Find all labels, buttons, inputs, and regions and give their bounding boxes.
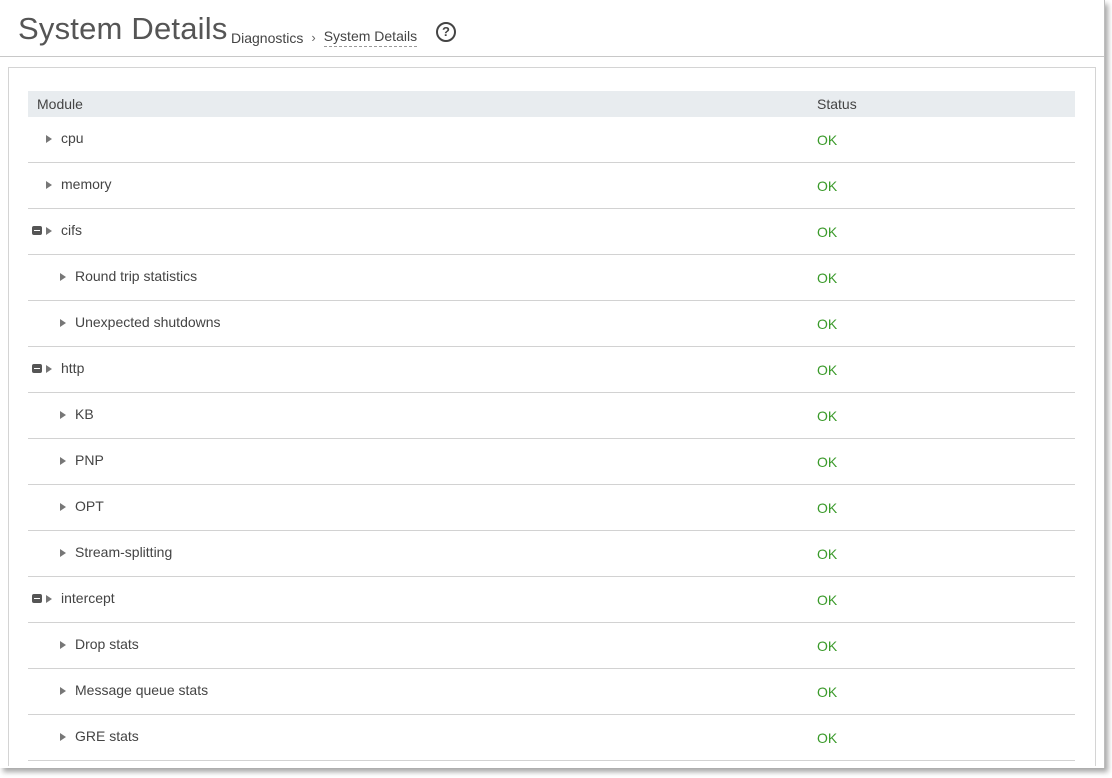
module-cell: cifs (28, 209, 817, 254)
module-cell: Stream-splitting (28, 531, 817, 576)
breadcrumb-diagnostics-link[interactable]: Diagnostics (231, 30, 303, 46)
table-row[interactable]: Round trip statistics OK (28, 255, 1075, 301)
status-cell: OK (817, 361, 838, 378)
table-row[interactable]: cifs OK (28, 209, 1075, 255)
expand-caret-icon[interactable] (46, 227, 52, 235)
status-cell: OK (817, 683, 838, 700)
breadcrumb-separator: › (311, 30, 316, 45)
module-cell: OPT (28, 485, 817, 530)
table-row[interactable]: Unexpected shutdowns OK (28, 301, 1075, 347)
module-cell: Message queue stats (28, 669, 817, 714)
module-label: cifs (61, 222, 82, 238)
module-label: KB (75, 406, 94, 422)
expand-caret-icon[interactable] (46, 135, 52, 143)
module-label: memory (61, 176, 112, 192)
expand-caret-icon[interactable] (60, 273, 66, 281)
expand-caret-icon[interactable] (60, 641, 66, 649)
expand-caret-icon[interactable] (60, 457, 66, 465)
module-label: http (61, 360, 85, 376)
status-cell: OK (817, 315, 838, 332)
module-cell: PNP (28, 439, 817, 484)
table-row[interactable]: http OK (28, 347, 1075, 393)
expand-caret-icon[interactable] (60, 319, 66, 327)
expand-caret-icon[interactable] (60, 733, 66, 741)
module-cell: cpu (28, 117, 817, 162)
page-title: System Details (18, 11, 228, 46)
expand-caret-icon[interactable] (46, 595, 52, 603)
module-label: intercept (61, 590, 115, 606)
module-label: Unexpected shutdowns (75, 314, 221, 330)
table-header: Module Status (28, 91, 1075, 117)
table-row[interactable]: Drop stats OK (28, 623, 1075, 669)
status-cell: OK (817, 637, 838, 654)
expand-caret-icon[interactable] (46, 365, 52, 373)
expand-caret-icon[interactable] (46, 181, 52, 189)
page-header: System Details Diagnostics › System Deta… (0, 0, 1104, 57)
module-label: Round trip statistics (75, 268, 198, 284)
module-cell: memory (28, 163, 817, 208)
module-cell: Drop stats (28, 623, 817, 668)
status-cell: OK (817, 407, 838, 424)
status-cell: OK (817, 453, 838, 470)
module-label: OPT (75, 498, 104, 514)
breadcrumb-current[interactable]: System Details (323, 28, 418, 47)
status-column-header: Status (817, 96, 857, 112)
module-label: Message queue stats (75, 682, 209, 698)
torn-edge (0, 766, 1104, 768)
table-row[interactable]: cpu OK (28, 117, 1075, 163)
table-row[interactable]: Stream-splitting OK (28, 531, 1075, 577)
module-cell: KB (28, 393, 817, 438)
module-cell: Round trip statistics (28, 255, 817, 300)
table-row[interactable]: OPT OK (28, 485, 1075, 531)
status-cell: OK (817, 499, 838, 516)
status-cell: OK (817, 545, 838, 562)
table-row[interactable]: KB OK (28, 393, 1075, 439)
module-column-header: Module (37, 96, 83, 112)
expand-caret-icon[interactable] (60, 503, 66, 511)
table-body: cpu OK memory OK cifs OK Round trip statistics… (28, 117, 1075, 761)
expand-caret-icon[interactable] (60, 687, 66, 695)
status-cell: OK (817, 729, 838, 746)
help-circle-icon[interactable]: ? (436, 22, 456, 42)
module-label: PNP (75, 452, 104, 468)
table-row[interactable]: PNP OK (28, 439, 1075, 485)
module-label: cpu (61, 130, 84, 146)
module-cell: http (28, 347, 817, 392)
status-cell: OK (817, 131, 838, 148)
status-cell: OK (817, 269, 838, 286)
collapse-icon[interactable] (32, 364, 42, 373)
expand-caret-icon[interactable] (60, 549, 66, 557)
table-row[interactable]: intercept OK (28, 577, 1075, 623)
module-cell: intercept (28, 577, 817, 622)
expand-caret-icon[interactable] (60, 411, 66, 419)
table-row[interactable]: GRE stats OK (28, 715, 1075, 761)
modules-table: Module Status cpu OK memory OK cifs OK Round t… (28, 91, 1075, 761)
module-cell: Unexpected shutdowns (28, 301, 817, 346)
breadcrumb: Diagnostics › System Details (231, 28, 418, 47)
table-row[interactable]: Message queue stats OK (28, 669, 1075, 715)
system-details-window: System Details Diagnostics › System Deta… (0, 0, 1105, 768)
status-cell: OK (817, 177, 838, 194)
module-cell: GRE stats (28, 715, 817, 760)
module-label: Stream-splitting (75, 544, 173, 560)
status-cell: OK (817, 223, 838, 240)
module-label: Drop stats (75, 636, 139, 652)
collapse-icon[interactable] (32, 594, 42, 603)
status-cell: OK (817, 591, 838, 608)
collapse-icon[interactable] (32, 226, 42, 235)
content-panel: Module Status cpu OK memory OK cifs OK Round t… (8, 67, 1096, 768)
module-label: GRE stats (75, 728, 139, 744)
table-row[interactable]: memory OK (28, 163, 1075, 209)
